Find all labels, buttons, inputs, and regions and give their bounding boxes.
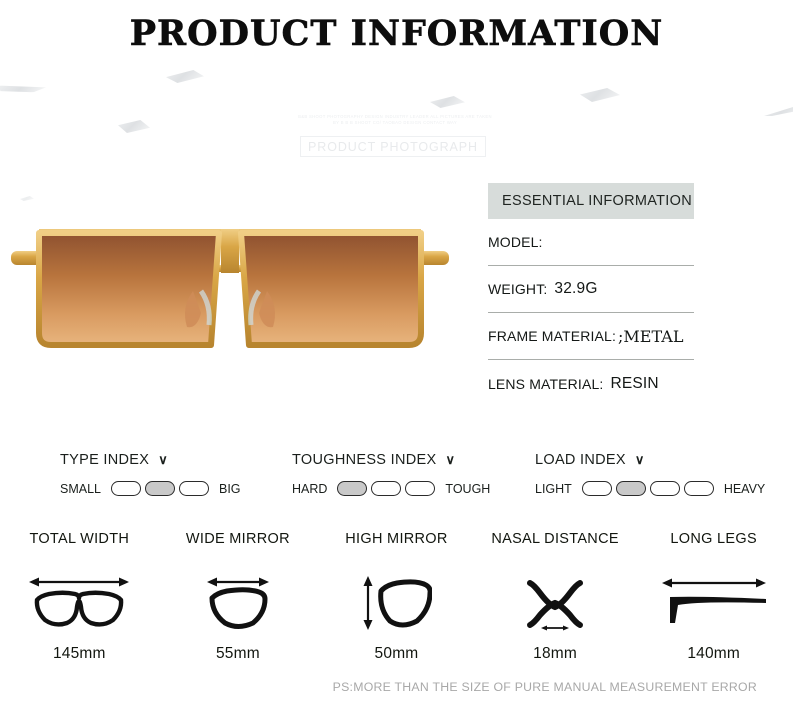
photo-watermark: B&B SHOOT PHOTOGRAPHY DESIGN INDUSTRY LE…	[296, 114, 494, 127]
info-row-weight: WEIGHT: 32.9G	[488, 266, 694, 313]
product-photo	[0, 185, 460, 410]
toughness-index-group: TOUGHNESS INDEX ∨ HARD TOUGH	[292, 452, 490, 496]
measurement-label: HIGH MIRROR	[345, 531, 448, 547]
type-index-title[interactable]: TYPE INDEX ∨	[60, 452, 241, 468]
info-row-frame-material: FRAME MATERIAL: ;METAL	[488, 313, 694, 360]
type-index-group: TYPE INDEX ∨ SMALL BIG	[60, 452, 241, 496]
info-value-frame-material: ;METAL	[618, 326, 684, 346]
chevron-down-icon[interactable]: ∨	[158, 452, 168, 468]
product-photograph-placeholder: PRODUCT PHOTOGRAPH	[300, 136, 486, 157]
type-index-pills[interactable]	[111, 481, 209, 496]
paper-shard-icon	[764, 104, 793, 116]
info-value-weight: 32.9G	[554, 280, 598, 297]
measurement-value: 140mm	[687, 645, 741, 662]
essential-information-heading: ESSENTIAL INFORMATION	[488, 183, 694, 219]
measurement-label: LONG LEGS	[670, 531, 757, 547]
measurement-value: 50mm	[374, 645, 419, 662]
type-index-pill-3[interactable]	[179, 481, 209, 496]
product-information-page: PRODUCT INFORMATION B&B SHOOT PHOTOGRAPH…	[0, 0, 793, 708]
measurement-label: TOTAL WIDTH	[29, 531, 130, 547]
type-index-scale: SMALL BIG	[60, 481, 241, 496]
measurements-section: TOTAL WIDTH 145mm WIDE MIRROR 55mm HIGH …	[0, 531, 793, 663]
measurement-wide-mirror: WIDE MIRROR 55mm	[159, 531, 318, 663]
type-index-right-label: BIG	[219, 481, 241, 496]
load-index-label: LOAD INDEX	[535, 452, 626, 468]
measurement-nasal-distance: NASAL DISTANCE 18mm	[476, 531, 635, 663]
measurement-value: 145mm	[52, 645, 106, 662]
paper-shard-icon	[118, 120, 150, 133]
measurement-label: NASAL DISTANCE	[491, 531, 619, 547]
load-index-left-label: LIGHT	[535, 481, 572, 496]
load-index-pill-4[interactable]	[683, 481, 714, 496]
paper-shard-icon	[430, 96, 465, 108]
toughness-index-right-label: TOUGH	[445, 481, 491, 496]
info-key-weight: WEIGHT:	[488, 281, 548, 297]
chevron-down-icon[interactable]: ∨	[445, 452, 455, 468]
toughness-index-left-label: HARD	[292, 481, 328, 496]
chevron-down-icon[interactable]: ∨	[635, 452, 645, 468]
measurement-high-mirror: HIGH MIRROR 50mm	[317, 531, 476, 663]
load-index-title[interactable]: LOAD INDEX ∨	[535, 452, 765, 468]
load-index-pills[interactable]	[581, 481, 714, 496]
info-key-model: MODEL:	[488, 234, 543, 250]
page-title: PRODUCT INFORMATION	[129, 13, 664, 55]
load-index-pill-2[interactable]	[615, 481, 646, 496]
load-index-group: LOAD INDEX ∨ LIGHT HEAVY	[535, 452, 765, 496]
info-value-lens-material: RESIN	[610, 374, 659, 392]
toughness-index-pills[interactable]	[337, 481, 436, 496]
type-index-label: TYPE INDEX	[60, 452, 150, 468]
single-lens-width-icon	[159, 570, 318, 636]
load-index-pill-1[interactable]	[581, 481, 612, 496]
info-key-lens-material: LENS MATERIAL:	[488, 375, 604, 392]
temple-length-icon	[634, 570, 793, 636]
paper-shard-icon	[166, 70, 204, 83]
paper-shard-icon	[0, 82, 46, 94]
measurement-value: 18mm	[533, 645, 578, 662]
toughness-index-pill-2[interactable]	[371, 481, 402, 496]
measurement-value: 55mm	[215, 645, 260, 662]
bridge-width-icon	[476, 570, 635, 636]
measurement-long-legs: LONG LEGS 140mm	[634, 531, 793, 663]
load-index-right-label: HEAVY	[723, 481, 766, 496]
type-index-pill-1[interactable]	[111, 481, 141, 496]
single-lens-height-icon	[317, 570, 476, 636]
full-frame-width-icon	[0, 570, 159, 636]
info-key-frame-material: FRAME MATERIAL:	[488, 328, 617, 344]
info-row-model: MODEL:	[488, 219, 694, 266]
toughness-index-pill-3[interactable]	[405, 481, 436, 496]
toughness-index-label: TOUGHNESS INDEX	[292, 452, 437, 468]
paper-shard-icon	[580, 88, 620, 102]
measurement-error-note: PS:MORE THAN THE SIZE OF PURE MANUAL MEA…	[332, 680, 757, 694]
type-index-pill-2[interactable]	[145, 481, 175, 496]
type-index-left-label: SMALL	[60, 481, 101, 496]
toughness-index-title[interactable]: TOUGHNESS INDEX ∨	[292, 452, 490, 468]
load-index-scale: LIGHT HEAVY	[535, 481, 765, 496]
watermark-line-2: BY B B B SHOOT CO/ TAOBAO DESIGN CONTACT…	[332, 120, 458, 126]
load-index-pill-3[interactable]	[649, 481, 680, 496]
essential-information-panel: ESSENTIAL INFORMATION MODEL: WEIGHT: 32.…	[488, 183, 694, 407]
measurement-total-width: TOTAL WIDTH 145mm	[0, 531, 159, 663]
sunglasses-image	[11, 229, 449, 348]
toughness-index-pill-1[interactable]	[337, 481, 368, 496]
measurement-label: WIDE MIRROR	[185, 531, 290, 547]
info-row-lens-material: LENS MATERIAL: RESIN	[488, 360, 694, 407]
toughness-index-scale: HARD TOUGH	[292, 481, 490, 496]
